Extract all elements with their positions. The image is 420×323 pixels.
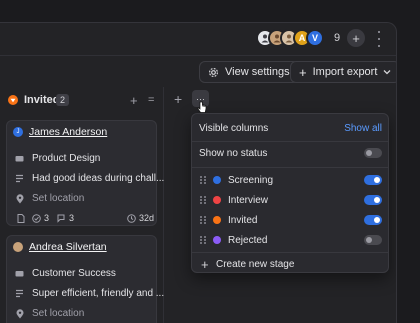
stage-row-invited[interactable]: Invited (192, 210, 388, 230)
interview-stage-icon (213, 196, 221, 204)
avatar (13, 242, 23, 252)
stage-label: Screening (228, 174, 274, 186)
drag-handle-icon[interactable] (200, 175, 206, 185)
candidate-name[interactable]: James Anderson (29, 126, 107, 138)
screening-stage-icon (213, 176, 221, 184)
avatar[interactable]: V (306, 29, 324, 47)
drag-handle-icon[interactable] (200, 215, 206, 225)
add-member-button[interactable]: + (347, 29, 365, 47)
job-row: Product Design (15, 153, 100, 164)
comments-count: 3 (69, 213, 75, 223)
avatar: J (13, 127, 23, 137)
show-no-status-label: Show no status (199, 147, 268, 159)
visible-columns-popover: Visible columns Show all Show no status … (191, 113, 389, 273)
invited-toggle[interactable] (364, 215, 382, 225)
create-new-stage-button[interactable]: + Create new stage (192, 254, 388, 274)
board-window: A V 9 + View settings + Import export In… (0, 22, 397, 323)
rejected-toggle[interactable] (364, 235, 382, 245)
location-pin-icon (15, 193, 24, 203)
stage-row-interview[interactable]: Interview (192, 190, 388, 210)
invited-stage-icon (8, 95, 18, 105)
card-meta-row: 3 3 32d (15, 213, 155, 225)
import-export-button[interactable]: + Import export (290, 61, 396, 83)
location-text: Set location (32, 193, 85, 204)
column-title: Invited (24, 94, 60, 106)
gear-icon (208, 67, 219, 77)
drag-handle-icon[interactable] (200, 235, 206, 245)
candidate-card[interactable]: J James Anderson Product Design Had good… (6, 120, 164, 226)
divider (192, 167, 388, 168)
job-title: Customer Success (32, 268, 116, 279)
stage-label: Invited (228, 214, 258, 226)
location-pin-icon (15, 308, 24, 318)
briefcase-icon (15, 154, 24, 163)
stage-label: Rejected (228, 234, 268, 246)
rejected-stage-icon (213, 236, 221, 244)
clock-icon (127, 214, 136, 223)
show-no-status-toggle[interactable] (364, 148, 382, 158)
job-title: Product Design (32, 153, 101, 164)
member-count[interactable]: 9 (328, 29, 346, 47)
check-circle-icon (32, 214, 41, 223)
add-column-button[interactable]: + (174, 91, 182, 107)
note-icon (15, 289, 24, 298)
note-icon (15, 174, 24, 183)
add-card-button[interactable]: + (130, 93, 138, 108)
note-text: Had good ideas during chall... (32, 173, 165, 184)
show-no-status-row[interactable]: Show no status (192, 143, 388, 163)
age-label: 32d (139, 213, 155, 223)
create-new-stage-label: Create new stage (216, 258, 295, 270)
invited-stage-icon (213, 216, 221, 224)
import-export-label: Import export (312, 66, 378, 78)
checks-count: 3 (44, 213, 50, 223)
more-options-icon[interactable] (375, 31, 383, 47)
candidate-card[interactable]: Andrea Silvertan Customer Success Super … (6, 235, 164, 323)
view-settings-label: View settings (225, 66, 290, 78)
briefcase-icon (15, 269, 24, 278)
view-settings-button[interactable]: View settings (199, 61, 299, 83)
comments-icon (57, 214, 65, 223)
candidate-name[interactable]: Andrea Silvertan (29, 241, 107, 253)
popover-title: Visible columns (199, 122, 269, 134)
stage-row-screening[interactable]: Screening (192, 170, 388, 190)
stage-label: Interview (228, 194, 269, 206)
chevron-down-icon (383, 70, 391, 75)
stage-row-rejected[interactable]: Rejected (192, 230, 388, 250)
show-all-link[interactable]: Show all (344, 123, 382, 134)
note-row: Super efficient, friendly and ... (15, 288, 164, 299)
top-bar: A V 9 + (0, 23, 396, 56)
divider (192, 141, 388, 142)
note-text: Super efficient, friendly and ... (32, 288, 165, 299)
location-text: Set location (32, 308, 85, 319)
column-count-badge: 2 (56, 94, 70, 106)
popover-header: Visible columns Show all (192, 118, 388, 138)
note-row: Had good ideas during chall... (15, 173, 164, 184)
screening-toggle[interactable] (364, 175, 382, 185)
pointer-cursor-icon (197, 101, 207, 113)
plus-icon: + (201, 256, 209, 272)
plus-icon: + (299, 64, 307, 80)
job-row: Customer Success (15, 268, 116, 279)
drag-handle-icon[interactable] (200, 195, 206, 205)
location-row[interactable]: Set location (15, 308, 84, 319)
interview-toggle[interactable] (364, 195, 382, 205)
divider (192, 252, 388, 253)
column-menu-button[interactable]: = (148, 94, 154, 106)
column-header: Invited 2 + = (0, 91, 160, 109)
file-icon (17, 214, 25, 223)
location-row[interactable]: Set location (15, 193, 84, 204)
